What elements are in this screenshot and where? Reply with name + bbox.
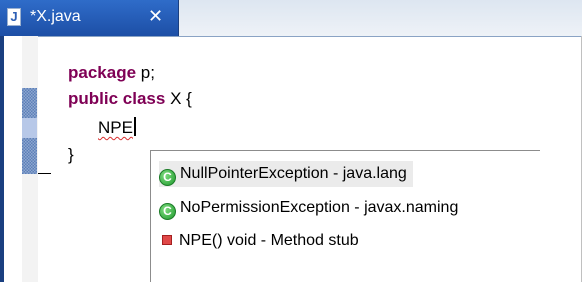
tab-x-java[interactable]: J *X.java ✕ bbox=[0, 0, 179, 36]
proposal-label: NPE() void - Method stub bbox=[179, 232, 359, 249]
editor-tab-bar: J *X.java ✕ bbox=[0, 0, 582, 37]
editor-window: J *X.java ✕ package p; public class X { … bbox=[0, 0, 582, 282]
line-marker bbox=[38, 173, 51, 174]
tab-title: *X.java bbox=[30, 8, 81, 25]
assist-proposal-npe-method-stub[interactable]: NPE() void - Method stub bbox=[159, 228, 359, 254]
assist-proposal-nullpointerexception[interactable]: C NullPointerException - java.lang bbox=[159, 161, 413, 187]
keyword: package bbox=[68, 63, 137, 82]
range-indicator bbox=[22, 138, 37, 174]
class-icon: C bbox=[159, 169, 176, 186]
java-file-icon: J bbox=[7, 8, 21, 26]
code-line-2[interactable]: public class X { bbox=[68, 89, 192, 109]
assist-proposal-nopermissionexception[interactable]: C NoPermissionException - javax.naming bbox=[159, 195, 458, 221]
code-line-3[interactable]: NPE bbox=[98, 117, 136, 138]
code-text: p; bbox=[136, 63, 155, 82]
proposal-label: NoPermissionException - javax.naming bbox=[180, 199, 459, 216]
text-caret bbox=[133, 117, 136, 136]
code-line-4[interactable]: } bbox=[68, 145, 74, 165]
proposal-label: NullPointerException - java.lang bbox=[180, 165, 407, 182]
method-icon bbox=[162, 235, 172, 245]
code-text: X { bbox=[165, 89, 192, 108]
content-assist-popup: C NullPointerException - java.lang C NoPer… bbox=[150, 150, 540, 282]
keyword: public bbox=[68, 89, 119, 108]
range-indicator bbox=[22, 88, 37, 118]
keyword: class bbox=[122, 89, 166, 108]
current-line-indicator bbox=[22, 118, 37, 138]
typed-text: NPE bbox=[98, 118, 133, 137]
code-line-1[interactable]: package p; bbox=[68, 63, 155, 83]
class-icon: C bbox=[159, 203, 176, 220]
code-text: } bbox=[68, 145, 74, 164]
close-icon[interactable]: ✕ bbox=[148, 6, 163, 26]
annotation-ruler bbox=[4, 36, 22, 282]
